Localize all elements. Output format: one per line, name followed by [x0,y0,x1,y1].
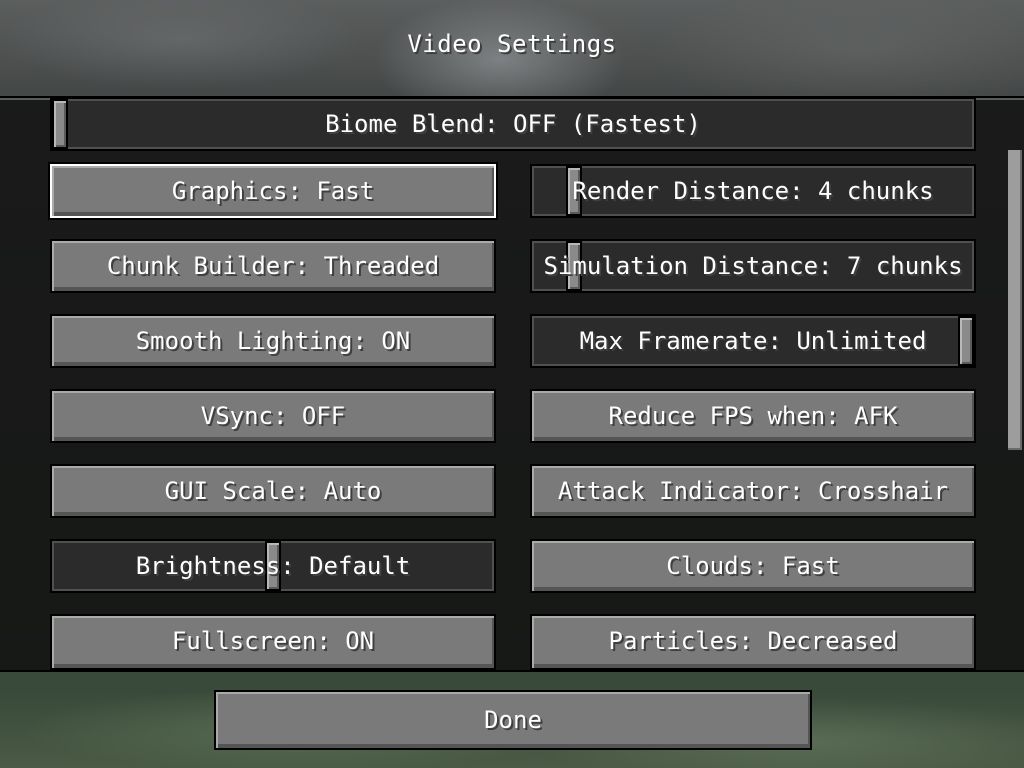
slider-knob[interactable] [52,99,68,149]
options-scrollbar[interactable] [1008,150,1022,450]
fullscreen-button[interactable]: Fullscreen: ON [50,614,496,670]
done-button[interactable]: Done [214,690,812,750]
biome-blend-slider[interactable]: Biome Blend: OFF (Fastest) [50,97,976,151]
brightness-slider[interactable]: Brightness: Default [50,539,496,593]
page-title: Video Settings [407,30,617,58]
clouds-button[interactable]: Clouds: Fast [530,539,976,593]
attack-indicator-button[interactable]: Attack Indicator: Crosshair [530,464,976,518]
graphics-button[interactable]: Graphics: Fast [48,162,498,220]
reduce-fps-button[interactable]: Reduce FPS when: AFK [530,389,976,443]
simulation-distance-slider[interactable]: Simulation Distance: 7 chunks [530,239,976,293]
smooth-lighting-button[interactable]: Smooth Lighting: ON [50,314,496,368]
render-distance-slider[interactable]: Render Distance: 4 chunks [530,164,976,218]
biome-blend-label: Biome Blend: OFF (Fastest) [325,110,701,138]
max-framerate-slider[interactable]: Max Framerate: Unlimited [530,314,976,368]
particles-button[interactable]: Particles: Decreased [530,614,976,670]
max-framerate-label: Max Framerate: Unlimited [579,327,927,355]
simulation-distance-label: Simulation Distance: 7 chunks [543,252,963,280]
vsync-button[interactable]: VSync: OFF [50,389,496,443]
render-distance-label: Render Distance: 4 chunks [572,177,934,205]
brightness-label: Brightness: Default [135,552,411,580]
gui-scale-button[interactable]: GUI Scale: Auto [50,464,496,518]
chunk-builder-button[interactable]: Chunk Builder: Threaded [50,239,496,293]
slider-knob[interactable] [958,316,974,366]
